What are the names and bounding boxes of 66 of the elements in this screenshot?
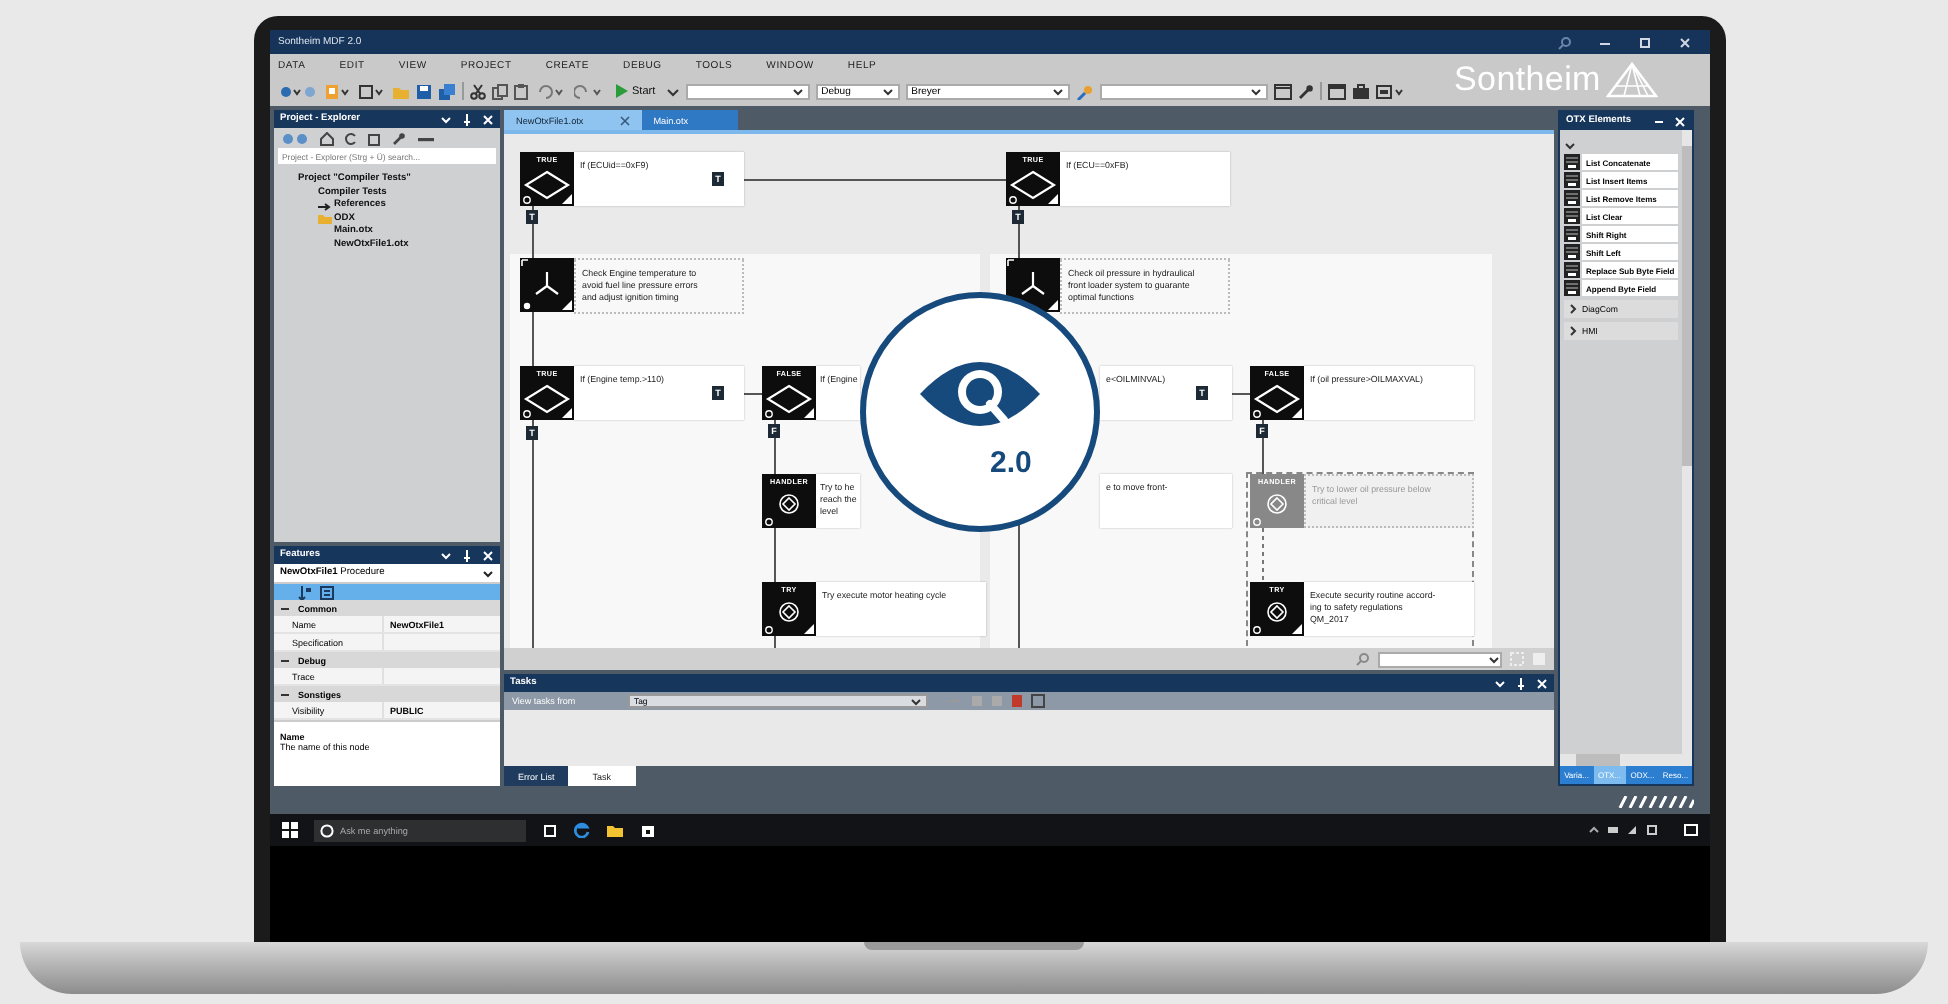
navigation-icon[interactable]	[278, 83, 318, 99]
diamond-icon	[1250, 382, 1304, 420]
new-file-icon[interactable]	[324, 83, 352, 99]
home-icon[interactable]	[320, 131, 334, 145]
chevron-down-icon[interactable]	[1564, 140, 1576, 152]
pin-icon[interactable]	[1516, 677, 1526, 689]
diamond-icon	[762, 382, 816, 420]
pin-icon[interactable]	[462, 113, 472, 125]
arrow-icon	[318, 201, 332, 212]
folder-icon	[318, 214, 332, 225]
save-all-icon[interactable]	[438, 83, 456, 99]
node-block[interactable]	[520, 258, 574, 312]
notification-icon[interactable]	[1684, 823, 1698, 837]
connector-line	[1262, 419, 1264, 475]
briefcase-icon[interactable]	[1351, 83, 1370, 99]
horizontal-scrollbar[interactable]	[1560, 754, 1692, 766]
copy-icon[interactable]	[492, 83, 508, 99]
pin-icon[interactable]	[462, 549, 472, 561]
version-label: 2.0	[990, 446, 1032, 480]
minus-icon[interactable]	[280, 689, 290, 699]
redo-icon[interactable]	[574, 83, 606, 99]
minus-icon[interactable]	[280, 603, 290, 613]
sort-icon[interactable]	[298, 585, 312, 599]
add-item-icon[interactable]	[358, 83, 386, 99]
wrench-icon[interactable]	[392, 131, 406, 145]
save-icon[interactable]	[416, 83, 432, 99]
paste-icon[interactable]	[514, 83, 530, 99]
folder-icon[interactable]	[606, 823, 624, 837]
circle-icon	[320, 823, 334, 837]
wrench-icon[interactable]	[1297, 83, 1314, 99]
categories-icon[interactable]	[320, 585, 334, 599]
windows-start-icon[interactable]	[282, 822, 298, 838]
connector-line	[1262, 527, 1264, 583]
cut-icon[interactable]	[470, 83, 486, 99]
chevron-down-icon	[910, 695, 922, 707]
maximize-icon[interactable]	[1638, 35, 1652, 49]
key-icon[interactable]	[1075, 83, 1094, 99]
branch-icon	[520, 258, 574, 312]
refresh-icon[interactable]	[344, 131, 358, 145]
window-icon[interactable]	[1273, 83, 1292, 99]
small-diamond-icon	[762, 598, 816, 636]
triangle-logo-icon	[1606, 62, 1659, 98]
chevron-down-icon	[1249, 85, 1262, 97]
diamond-icon	[1006, 168, 1060, 206]
minus-icon[interactable]	[280, 655, 290, 665]
chevron-right-icon	[1568, 304, 1578, 314]
diamond-icon	[520, 382, 574, 420]
chevron-down-icon	[482, 567, 494, 579]
undo-icon[interactable]	[536, 83, 568, 99]
small-diamond-icon	[1250, 598, 1304, 636]
play-icon	[616, 84, 628, 98]
task-view-icon[interactable]	[542, 823, 558, 837]
panel-icon[interactable]	[1375, 83, 1406, 99]
store-icon[interactable]	[640, 822, 656, 838]
chevron-down-icon	[791, 85, 804, 97]
connector-line	[1231, 393, 1251, 395]
browser-icon[interactable]	[574, 822, 590, 838]
chevron-down-icon	[1051, 85, 1064, 97]
chevron-right-icon	[1568, 326, 1578, 336]
diamond-icon	[520, 168, 574, 206]
layout-icon[interactable]	[1327, 83, 1346, 99]
edit-icon[interactable]	[368, 131, 382, 145]
resize-grip-icon[interactable]	[1618, 796, 1694, 808]
chevron-down-icon	[881, 85, 894, 97]
search-icon[interactable]	[1558, 35, 1572, 49]
minimize-icon[interactable]	[1654, 115, 1664, 127]
